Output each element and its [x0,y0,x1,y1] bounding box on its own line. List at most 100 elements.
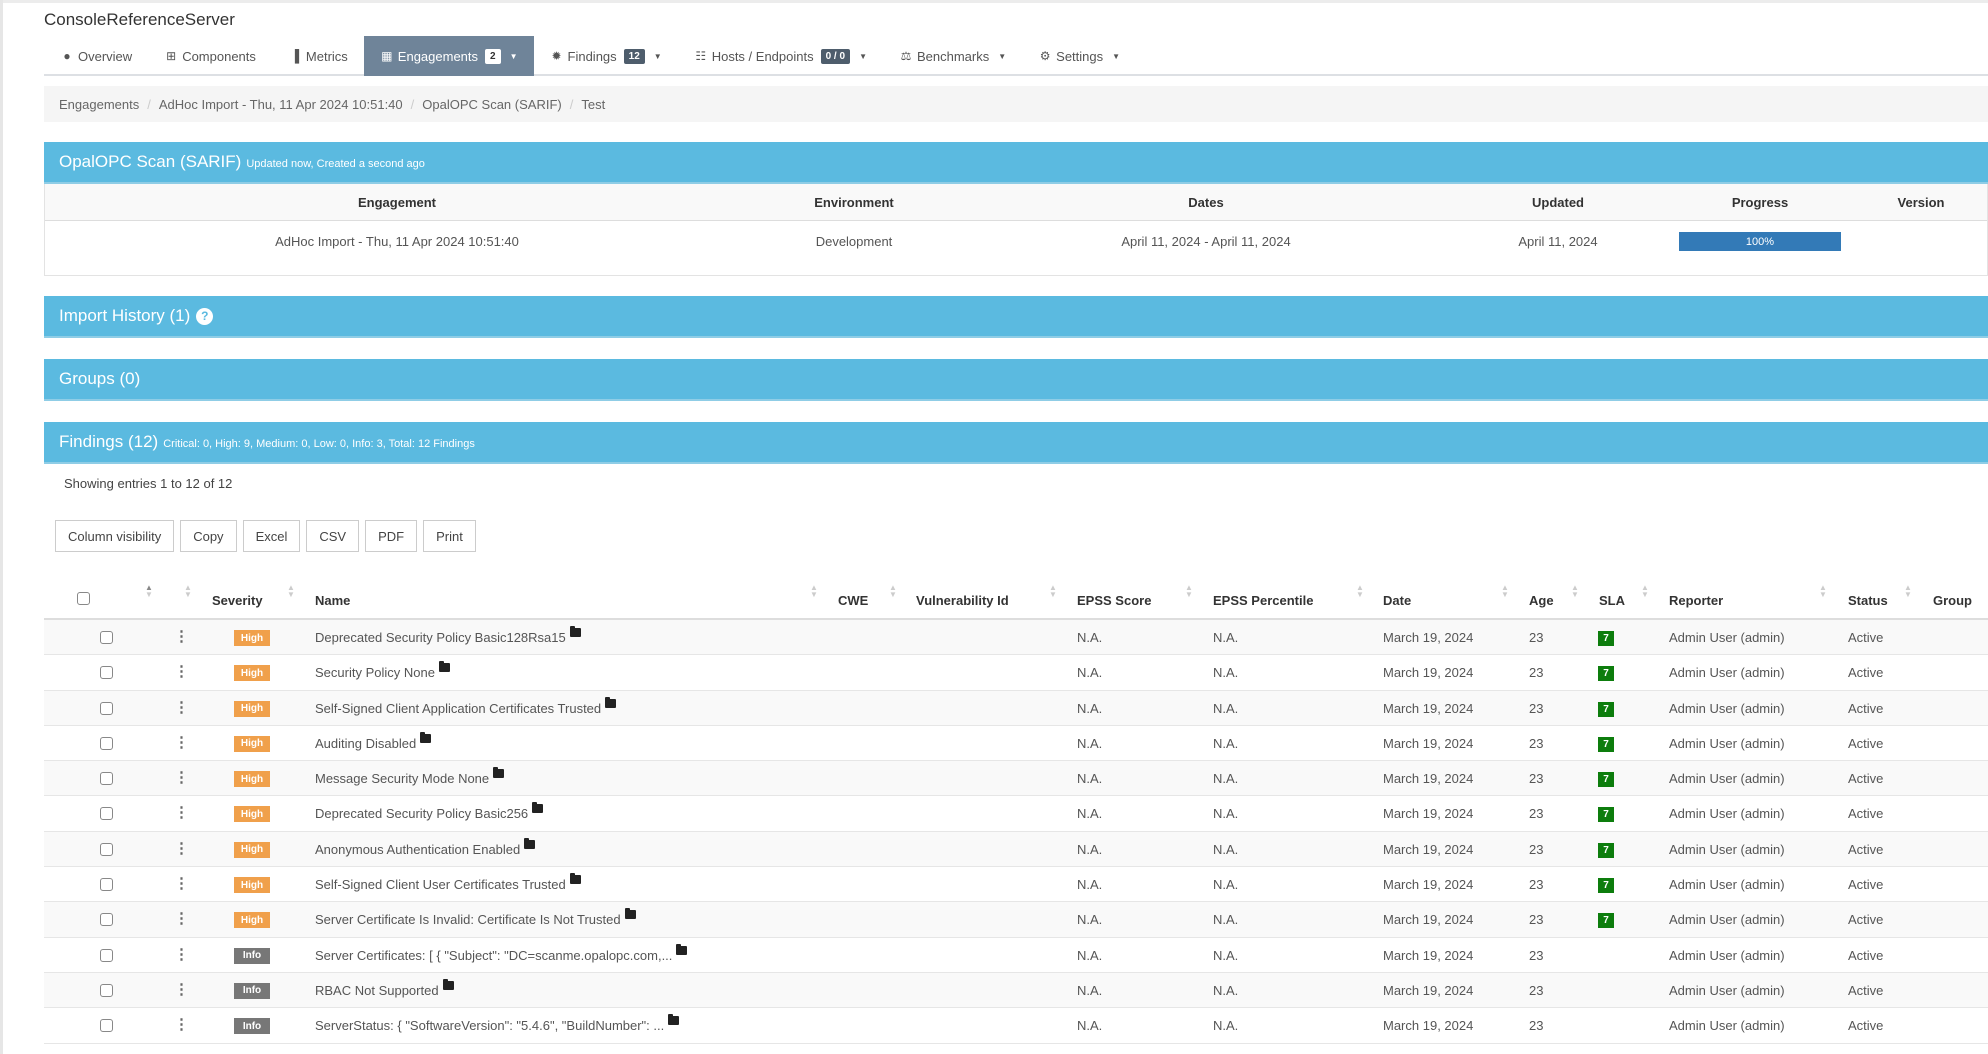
finding-name-link[interactable]: Server Certificates: [ { "Subject": "DC=… [315,948,672,963]
ellipsis-vertical-icon[interactable]: ⋮ [174,662,189,680]
row-checkbox[interactable] [100,948,113,965]
row-checkbox[interactable] [100,1019,113,1035]
findings-header[interactable]: Findings (12) Critical: 0, High: 9, Medi… [44,422,1988,464]
col-name[interactable]: Name [315,593,350,608]
pdf-button[interactable]: PDF [365,520,418,552]
row-checkbox[interactable] [100,807,113,823]
row-checkbox[interactable] [100,772,113,788]
import-history-header[interactable]: Import History (1) ? [44,296,1988,338]
folder-icon[interactable] [532,802,544,814]
finding-name[interactable]: Self-Signed Client User Certificates Tru… [315,873,581,892]
row-checkbox[interactable] [100,878,113,894]
folder-icon[interactable] [605,696,617,708]
finding-name-link[interactable]: Message Security Mode None [315,771,489,786]
row-checkbox[interactable] [100,701,113,718]
sort-icon[interactable]: ▲ ▼ [1571,584,1579,599]
folder-icon[interactable] [668,1014,680,1026]
column-visibility-button[interactable]: Column visibility [55,520,175,552]
finding-name-link[interactable]: Self-Signed Client Application Certifica… [315,701,601,716]
row-checkbox[interactable] [100,666,113,682]
finding-name-link[interactable]: Anonymous Authentication Enabled [315,842,520,857]
ellipsis-vertical-icon[interactable]: ⋮ [174,839,189,857]
finding-name-link[interactable]: ServerStatus: { "SoftwareVersion": "5.4.… [315,1018,664,1033]
col-group[interactable]: Group [1933,593,1972,608]
folder-icon[interactable] [420,731,432,743]
sort-icon[interactable]: ▲ ▼ [1501,584,1509,599]
finding-name-link[interactable]: Security Policy None [315,665,435,680]
nav-tab-hosts-endpoints[interactable]: ☷ Hosts / Endpoints 0 / 0 ▼ [678,36,883,76]
finding-name[interactable]: Server Certificate Is Invalid: Certifica… [315,908,636,927]
test-panel-header[interactable]: OpalOPC Scan (SARIF) Updated now, Create… [44,142,1988,184]
nav-tab-overview[interactable]: ● Overview [44,36,148,76]
ellipsis-vertical-icon[interactable]: ⋮ [174,909,189,927]
caret-down-icon[interactable]: ▼ [1112,52,1120,61]
col-vulnerability-id[interactable]: Vulnerability Id [916,593,1009,608]
breadcrumb-item[interactable]: AdHoc Import - Thu, 11 Apr 2024 10:51:40 [159,97,403,112]
finding-name-link[interactable]: Server Certificate Is Invalid: Certifica… [315,912,621,927]
col-date[interactable]: Date [1383,593,1411,608]
row-checkbox[interactable] [100,736,113,753]
engagement-link[interactable]: AdHoc Import - Thu, 11 Apr 2024 10:51:40 [275,234,519,249]
sort-icon[interactable]: ▲ ▼ [1904,584,1912,599]
ellipsis-vertical-icon[interactable]: ⋮ [174,945,189,963]
row-checkbox[interactable] [100,842,113,859]
finding-name-link[interactable]: Deprecated Security Policy Basic128Rsa15 [315,630,566,645]
row-checkbox[interactable] [100,913,113,929]
finding-name[interactable]: Deprecated Security Policy Basic128Rsa15 [315,626,581,645]
nav-tab-components[interactable]: ⊞ Components [148,36,272,76]
question-circle-icon[interactable]: ? [196,307,214,325]
sort-icon[interactable]: ▲ ▼ [889,584,897,599]
finding-name[interactable]: Auditing Disabled [315,731,432,751]
nav-tab-engagements[interactable]: ▦ Engagements 2 ▼ [363,36,534,76]
copy-button[interactable]: Copy [180,520,237,552]
ellipsis-vertical-icon[interactable]: ⋮ [174,803,189,821]
caret-down-icon[interactable]: ▼ [654,52,662,61]
folder-icon[interactable] [569,873,581,885]
sort-icon[interactable]: ▲ ▼ [145,584,153,599]
finding-name[interactable]: Security Policy None [315,661,450,680]
folder-icon[interactable] [676,943,688,955]
csv-button[interactable]: CSV [306,520,360,552]
nav-tab-findings[interactable]: ✹ Findings 12 ▼ [534,36,678,76]
sort-icon[interactable]: ▲ ▼ [1819,584,1827,599]
col-epss-percentile[interactable]: EPSS Percentile [1213,593,1313,608]
nav-tab-benchmarks[interactable]: ⚖ Benchmarks ▼ [883,36,1022,76]
col-epss-score[interactable]: EPSS Score [1077,593,1151,608]
nav-tab-metrics[interactable]: ▐ Metrics [272,36,364,76]
ellipsis-vertical-icon[interactable]: ⋮ [174,874,189,892]
sort-icon[interactable]: ▲ ▼ [1049,584,1057,599]
finding-name[interactable]: Self-Signed Client Application Certifica… [315,696,617,716]
ellipsis-vertical-icon[interactable]: ⋮ [174,698,189,716]
sort-icon[interactable]: ▲ ▼ [184,584,192,599]
finding-name[interactable]: Deprecated Security Policy Basic256 [315,802,544,821]
sort-icon[interactable]: ▲ ▼ [1356,584,1364,599]
finding-name[interactable]: Anonymous Authentication Enabled [315,837,536,857]
ellipsis-vertical-icon[interactable]: ⋮ [174,1015,189,1033]
ellipsis-vertical-icon[interactable]: ⋮ [174,980,189,998]
nav-tab-settings[interactable]: ⚙ Settings ▼ [1022,36,1136,76]
breadcrumb-item[interactable]: Engagements [59,97,139,112]
excel-button[interactable]: Excel [242,520,301,552]
sort-icon[interactable]: ▲ ▼ [1185,584,1193,599]
sort-icon[interactable]: ▲ ▼ [1641,584,1649,599]
row-checkbox[interactable] [100,983,113,1000]
finding-name-link[interactable]: Self-Signed Client User Certificates Tru… [315,877,566,892]
folder-icon[interactable] [524,837,536,849]
folder-icon[interactable] [624,908,636,920]
ellipsis-vertical-icon[interactable]: ⋮ [174,627,189,645]
sort-icon[interactable]: ▲ ▼ [810,584,818,599]
ellipsis-vertical-icon[interactable]: ⋮ [174,768,189,786]
finding-name[interactable]: RBAC Not Supported [315,978,454,998]
groups-header[interactable]: Groups (0) [44,359,1988,401]
folder-icon[interactable] [493,767,505,779]
folder-icon[interactable] [442,978,454,990]
row-checkbox[interactable] [100,631,113,647]
caret-down-icon[interactable]: ▼ [859,52,867,61]
col-age[interactable]: Age [1529,593,1554,608]
finding-name-link[interactable]: RBAC Not Supported [315,983,439,998]
select-all-checkbox[interactable] [77,592,90,608]
finding-name[interactable]: Message Security Mode None [315,767,505,786]
folder-icon[interactable] [569,626,581,637]
finding-name[interactable]: ServerStatus: { "SoftwareVersion": "5.4.… [315,1014,680,1033]
col-cwe[interactable]: CWE [838,593,868,608]
